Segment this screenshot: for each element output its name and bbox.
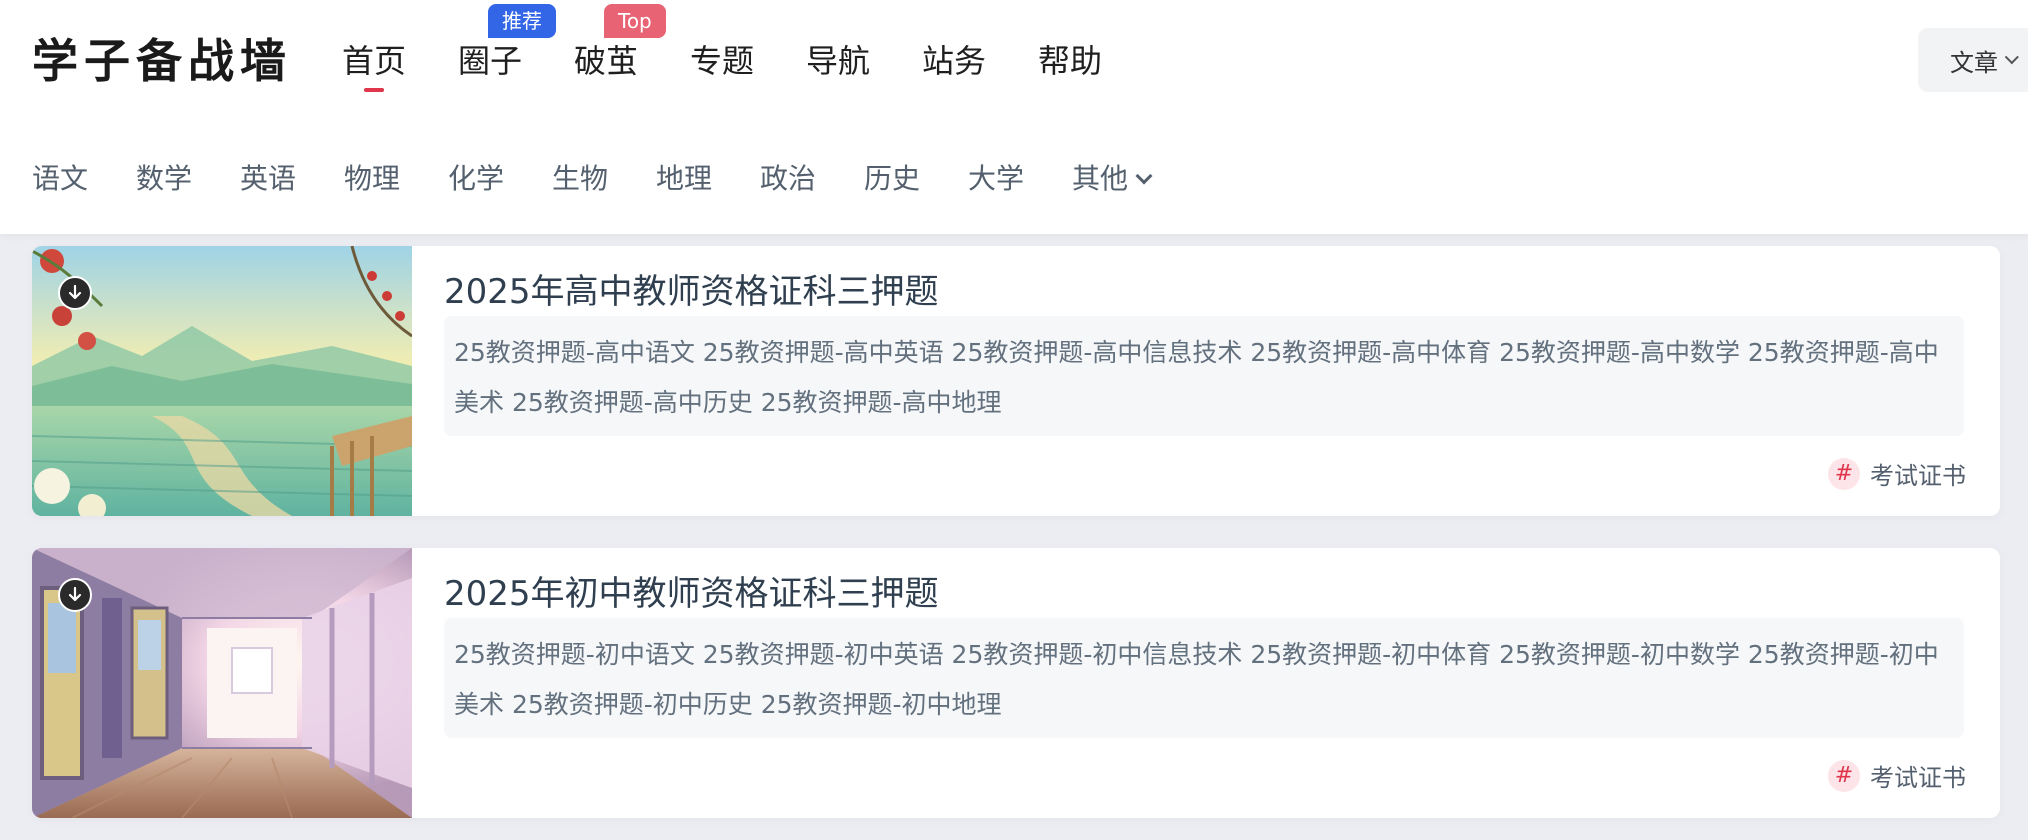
site-logo[interactable]: 学子备战墙 [32, 30, 292, 92]
post-title[interactable]: 2025年初中教师资格证科三押题 [444, 570, 939, 618]
post-category-tag[interactable]: # 考试证书 [1828, 758, 1966, 793]
subject-item-biology[interactable]: 生物 [552, 154, 656, 204]
subject-item-physics[interactable]: 物理 [344, 154, 448, 204]
search-type-value: 文章 [1950, 48, 1998, 77]
main-nav: 首页 推荐 圈子 Top 破茧 专题 导航 站务 帮助 [342, 4, 1154, 92]
post-card[interactable]: 2025年高中教师资格证科三押题 25教资押题-高中语文 25教资押题-高中英语… [32, 246, 2000, 516]
nav-item-label: 圈子 [458, 42, 523, 80]
subject-item-math[interactable]: 数学 [136, 154, 240, 204]
nav-item-label: 帮助 [1038, 42, 1103, 80]
nav-item-label: 专题 [690, 42, 755, 80]
post-excerpt: 25教资押题-初中语文 25教资押题-初中英语 25教资押题-初中信息技术 25… [444, 618, 1964, 738]
post-thumbnail[interactable] [32, 548, 412, 818]
tag-label: 考试证书 [1870, 462, 1966, 490]
subject-item-university[interactable]: 大学 [968, 154, 1072, 204]
subject-item-politics[interactable]: 政治 [760, 154, 864, 204]
post-category-tag[interactable]: # 考试证书 [1828, 456, 1966, 491]
nav-item-pojian[interactable]: Top 破茧 [574, 4, 690, 86]
nav-item-label: 首页 [342, 42, 407, 80]
hash-icon: # [1828, 457, 1860, 490]
nav-item-home[interactable]: 首页 [342, 36, 458, 92]
nav-item-label: 导航 [806, 42, 871, 80]
chevron-down-icon [2004, 50, 2019, 65]
nav-item-topics[interactable]: 专题 [690, 36, 806, 86]
subject-item-history[interactable]: 历史 [864, 154, 968, 204]
nav-item-label: 站务 [922, 42, 987, 80]
subject-nav: 语文 数学 英语 物理 化学 生物 地理 政治 历史 大学 其他 [32, 154, 1176, 204]
tag-label: 考试证书 [1870, 764, 1966, 792]
top-badge: Top [604, 4, 666, 38]
subject-item-geography[interactable]: 地理 [656, 154, 760, 204]
search-type-select[interactable]: 文章 [1918, 28, 2028, 92]
download-icon[interactable] [58, 578, 92, 612]
recommend-badge: 推荐 [488, 4, 556, 38]
nav-item-help[interactable]: 帮助 [1038, 36, 1154, 86]
post-thumbnail[interactable] [32, 246, 412, 516]
hash-icon: # [1828, 759, 1860, 792]
post-title[interactable]: 2025年高中教师资格证科三押题 [444, 268, 939, 316]
nav-item-site-affairs[interactable]: 站务 [922, 36, 1038, 86]
download-icon[interactable] [58, 276, 92, 310]
subject-item-other[interactable]: 其他 [1072, 154, 1176, 204]
chevron-down-icon [1135, 167, 1153, 185]
nav-item-navigation[interactable]: 导航 [806, 36, 922, 86]
subject-item-english[interactable]: 英语 [240, 154, 344, 204]
nav-item-circle[interactable]: 推荐 圈子 [458, 4, 574, 86]
subject-item-chinese[interactable]: 语文 [32, 154, 136, 204]
post-card[interactable]: 2025年初中教师资格证科三押题 25教资押题-初中语文 25教资押题-初中英语… [32, 548, 2000, 818]
nav-item-label: 破茧 [574, 42, 639, 80]
site-header: 学子备战墙 首页 推荐 圈子 Top 破茧 专题 导航 站务 帮助 文章 语文 … [0, 0, 2028, 234]
subject-item-chemistry[interactable]: 化学 [448, 154, 552, 204]
post-excerpt: 25教资押题-高中语文 25教资押题-高中英语 25教资押题-高中信息技术 25… [444, 316, 1964, 436]
subject-item-label: 其他 [1072, 162, 1129, 195]
